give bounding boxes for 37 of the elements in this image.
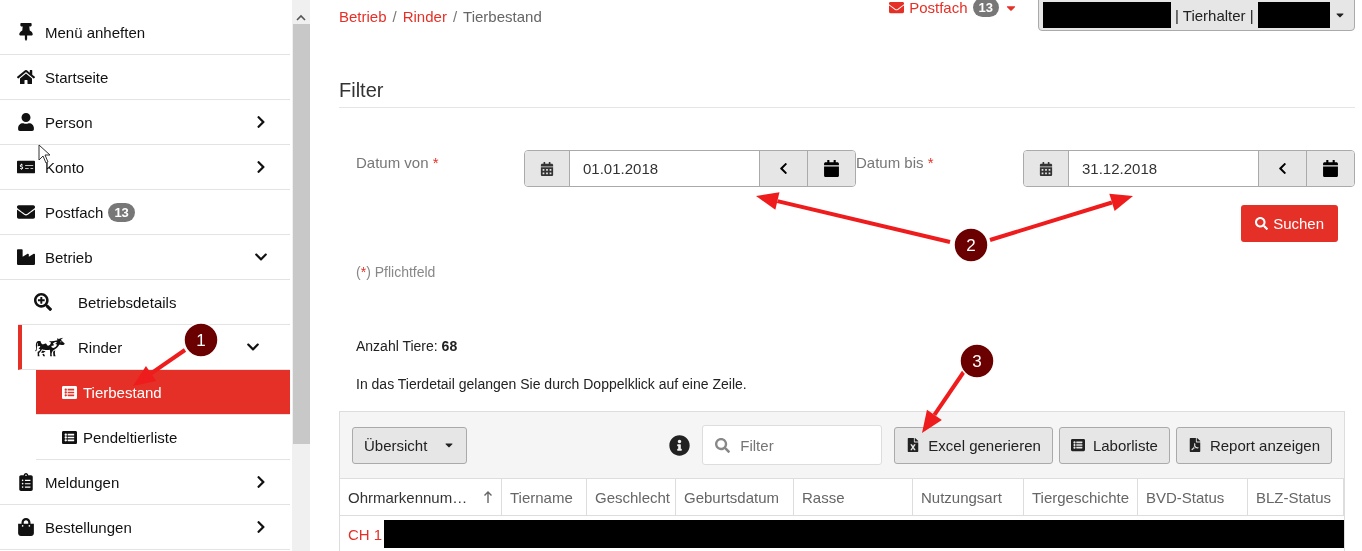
sidebar-item[interactable]: Betrieb: [0, 235, 290, 280]
count-badge: 13: [108, 202, 135, 222]
toolbar-button[interactable]: Report anzeigen: [1175, 426, 1332, 464]
sidebar-subitem[interactable]: Pendeltierliste: [36, 415, 290, 460]
section-title: Filter: [339, 79, 1355, 108]
date-picker[interactable]: 01.01.2018: [524, 150, 856, 187]
field-label: Datum von *: [356, 153, 440, 173]
step-marker: 2: [953, 227, 989, 263]
user-menu[interactable]: | Tierhalter |: [1038, 0, 1355, 31]
table-cell: CH 1: [348, 525, 383, 543]
search-box[interactable]: Filter: [702, 425, 883, 465]
breadcrumb-link[interactable]: Rinder: [402, 8, 447, 25]
field-label: Datum bis *: [856, 153, 935, 173]
toolbar-button[interactable]: Excel generieren: [894, 426, 1053, 464]
toolbar-button[interactable]: Laborliste: [1058, 426, 1170, 464]
count-badge: 13: [972, 0, 999, 17]
sidebar-item[interactable]: Startseite: [0, 55, 290, 100]
breadcrumb-separator: /: [392, 8, 397, 25]
sidebar-item[interactable]: Bestellungen: [0, 505, 290, 550]
mailbox-link[interactable]: Postfach: [909, 0, 968, 16]
breadcrumb-link[interactable]: Betrieb: [339, 8, 387, 25]
search-button[interactable]: Suchen: [1241, 205, 1338, 242]
sidebar-item[interactable]: Postfach 13: [0, 190, 290, 235]
breadcrumb-separator: /: [452, 8, 458, 25]
sidebar-item[interactable]: Meldungen: [0, 460, 290, 505]
required-legend: (*) Pflichtfeld: [356, 264, 1355, 280]
sidebar-subitem[interactable]: Tierbestand: [36, 370, 290, 415]
step-marker: 3: [959, 343, 995, 379]
step-marker: 1: [183, 322, 219, 358]
view-dropdown[interactable]: Übersicht: [352, 426, 468, 464]
sidebar-item[interactable]: Menü anheften: [0, 10, 290, 55]
breadcrumb-current: Tierbestand: [463, 8, 542, 25]
column-header[interactable]: Ohrmarkennum…: [340, 478, 502, 516]
hint-text: In das Tierdetail gelangen Sie durch Doppelklick auf eine Zeile.: [356, 376, 748, 392]
animal-count: Anzahl Tiere: 68: [356, 338, 459, 354]
sidebar-item[interactable]: Person: [0, 100, 290, 145]
date-picker[interactable]: 31.12.2018: [1023, 150, 1355, 187]
